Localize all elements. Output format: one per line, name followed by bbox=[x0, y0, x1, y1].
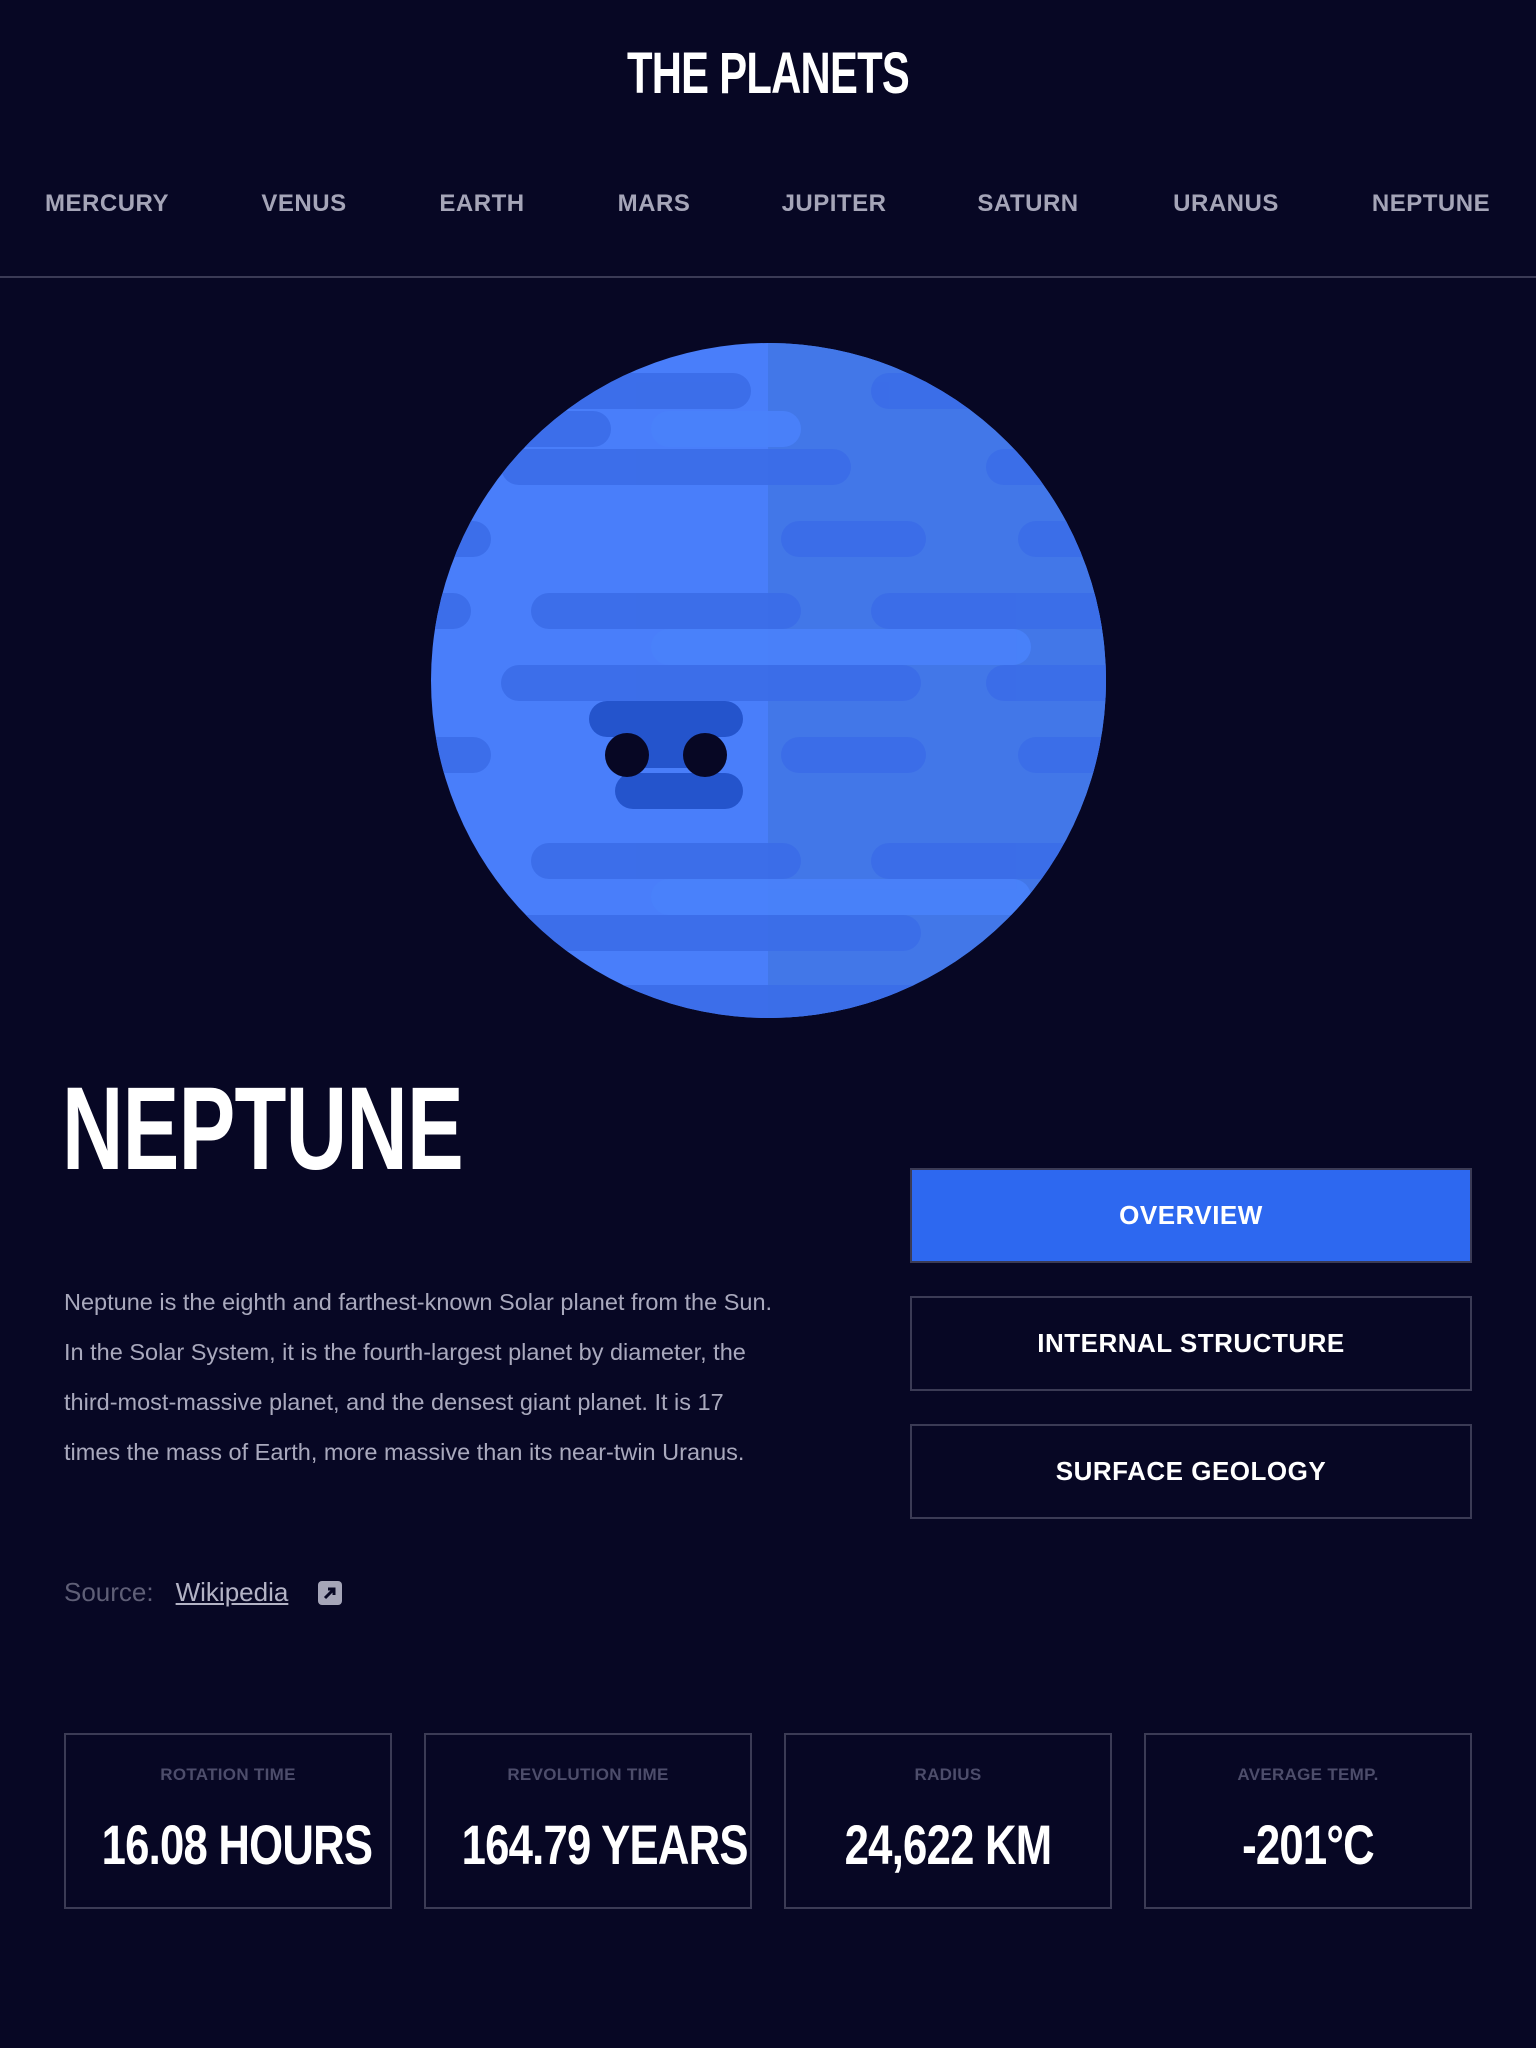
planet-illustration bbox=[431, 343, 1106, 1018]
nav-item-saturn[interactable]: SATURN bbox=[977, 190, 1078, 218]
stat-value: 164.79 YEARS bbox=[461, 1813, 749, 1876]
nav-item-uranus[interactable]: URANUS bbox=[1173, 190, 1279, 218]
nav-item-jupiter[interactable]: JUPITER bbox=[782, 190, 887, 218]
planet-stats: ROTATION TIME 16.08 HOURS REVOLUTION TIM… bbox=[64, 1733, 1472, 1909]
nav-item-neptune[interactable]: NEPTUNE bbox=[1372, 190, 1490, 218]
stat-value: 16.08 HOURS bbox=[101, 1813, 373, 1876]
nav-item-venus[interactable]: VENUS bbox=[261, 190, 346, 218]
planet-title: NEPTUNE bbox=[62, 1063, 464, 1195]
external-link-icon[interactable] bbox=[318, 1581, 343, 1605]
stat-average-temp: AVERAGE TEMP. -201°C bbox=[1144, 1733, 1472, 1909]
source-attribution: Source: Wikipedia bbox=[64, 1577, 343, 1608]
neptune-planet-image bbox=[431, 343, 1106, 1018]
nav-item-mercury[interactable]: MERCURY bbox=[45, 190, 169, 218]
planet-description: Neptune is the eighth and farthest-known… bbox=[64, 1289, 773, 1465]
nav-item-mars[interactable]: MARS bbox=[618, 190, 691, 218]
tab-overview[interactable]: OVERVIEW bbox=[910, 1168, 1472, 1263]
stat-label: ROTATION TIME bbox=[160, 1765, 296, 1784]
stat-value: -201°C bbox=[1242, 1813, 1375, 1876]
nav-item-earth[interactable]: EARTH bbox=[439, 190, 524, 218]
stat-revolution-time: REVOLUTION TIME 164.79 YEARS bbox=[424, 1733, 752, 1909]
stat-radius: RADIUS 24,622 KM bbox=[784, 1733, 1112, 1909]
source-link[interactable]: Wikipedia bbox=[176, 1577, 289, 1607]
stat-label: REVOLUTION TIME bbox=[507, 1765, 669, 1784]
stat-rotation-time: ROTATION TIME 16.08 HOURS bbox=[64, 1733, 392, 1909]
stat-label: RADIUS bbox=[914, 1765, 982, 1784]
planet-nav: MERCURY VENUS EARTH MARS JUPITER SATURN … bbox=[0, 190, 1536, 230]
tab-internal-structure[interactable]: INTERNAL STRUCTURE bbox=[910, 1296, 1472, 1391]
stat-label: AVERAGE TEMP. bbox=[1237, 1765, 1379, 1784]
site-header: THE PLANETS MERCURY VENUS EARTH MARS JUP… bbox=[0, 0, 1536, 278]
tab-surface-geology[interactable]: SURFACE GEOLOGY bbox=[910, 1424, 1472, 1519]
stat-value: 24,622 KM bbox=[844, 1813, 1052, 1876]
site-logo[interactable]: THE PLANETS bbox=[215, 40, 1321, 107]
source-label: Source: bbox=[64, 1577, 154, 1607]
